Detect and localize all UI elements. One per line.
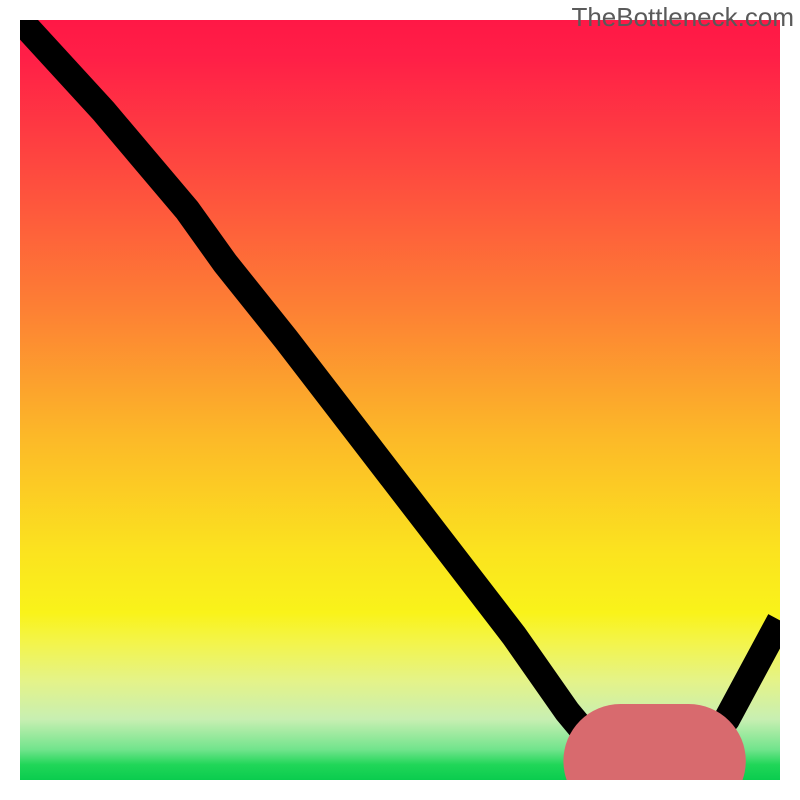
chart-container: TheBottleneck.com [0,0,800,800]
watermark-label: TheBottleneck.com [571,2,794,33]
chart-svg [20,20,780,780]
response-curve [20,20,780,772]
